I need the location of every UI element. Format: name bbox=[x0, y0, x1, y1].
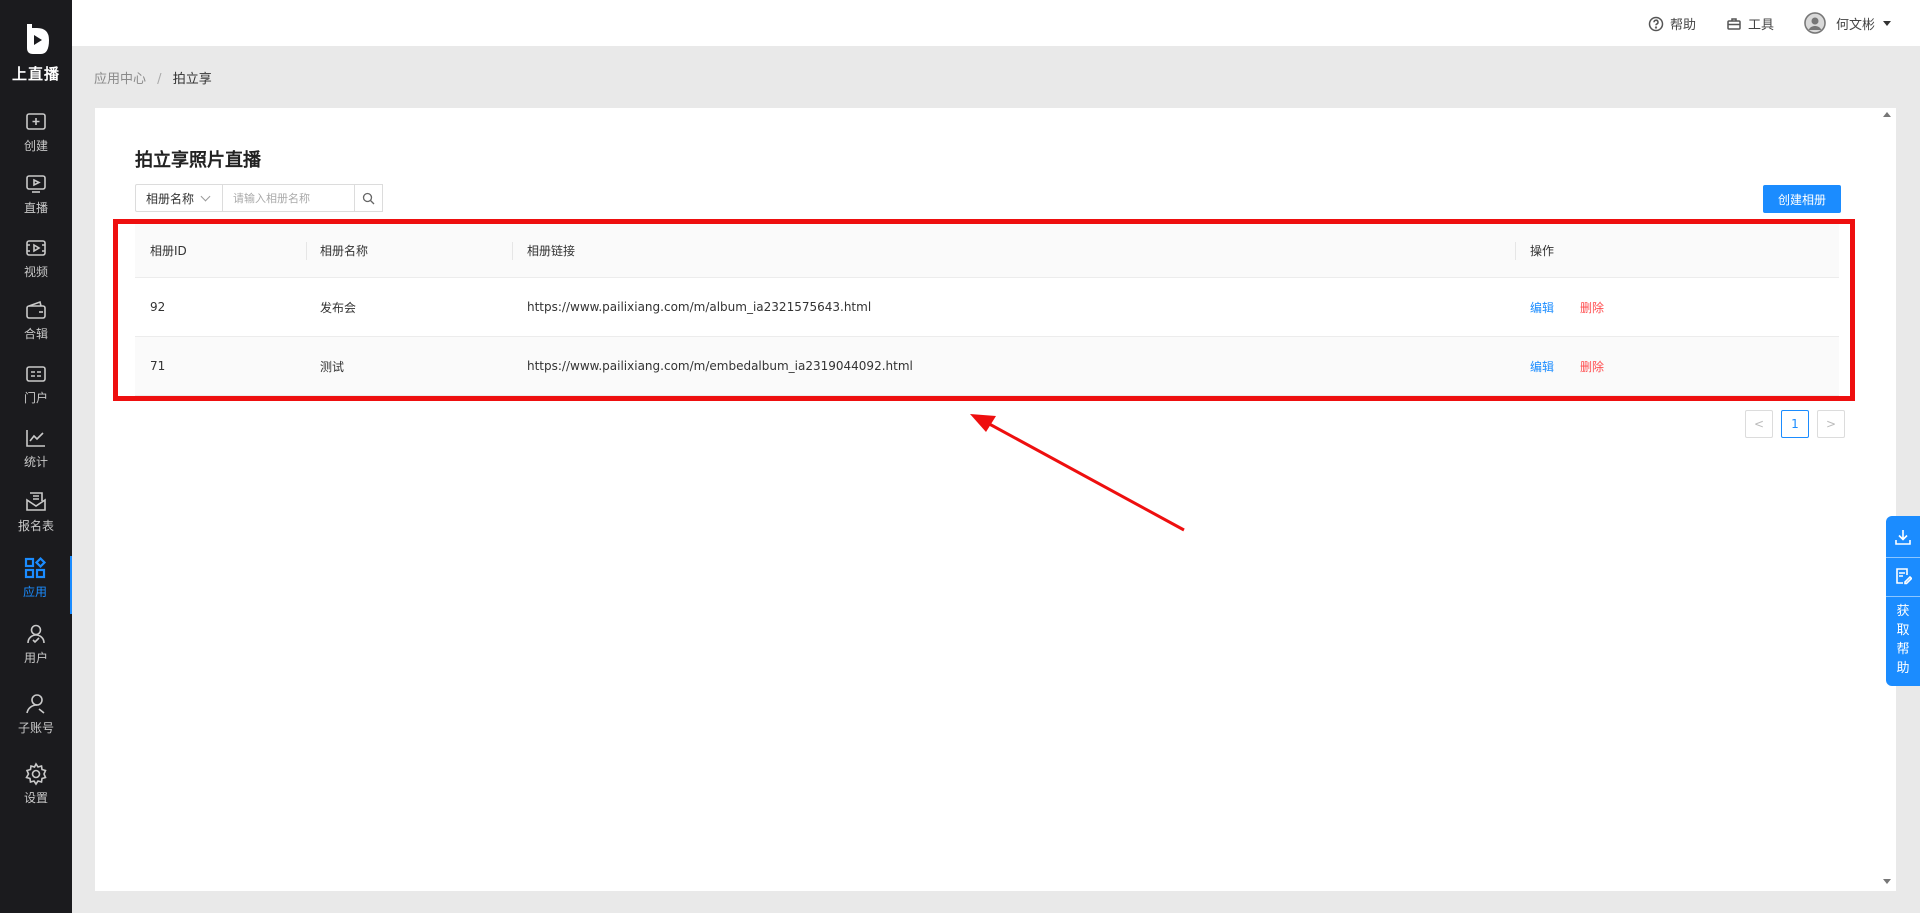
play-screen-icon bbox=[26, 175, 46, 193]
breadcrumb-current: 拍立享 bbox=[172, 72, 212, 87]
tools-label: 工具 bbox=[1748, 18, 1775, 33]
wallet-icon bbox=[26, 300, 46, 319]
create-album-button[interactable]: 创建相册 bbox=[1763, 185, 1841, 213]
brand-name: 上直播 bbox=[11, 65, 60, 83]
gear-icon bbox=[25, 762, 47, 786]
filter-field-select[interactable]: 相册名称 bbox=[135, 184, 223, 212]
scrollbar[interactable] bbox=[1880, 108, 1896, 891]
next-page-button[interactable]: > bbox=[1817, 410, 1845, 438]
sidebar-item-label: 设置 bbox=[23, 791, 48, 805]
film-icon bbox=[26, 240, 46, 256]
toolbox-icon bbox=[1727, 17, 1741, 30]
user-name: 何文彬 bbox=[1836, 17, 1876, 33]
annotation-arrow-icon bbox=[970, 414, 1185, 532]
tools-link[interactable]: 工具 bbox=[1726, 14, 1774, 33]
brand-logo[interactable]: 上直播 bbox=[0, 22, 72, 84]
get-help-label[interactable]: 获 取 帮 助 bbox=[1886, 602, 1920, 678]
sidebar-item-label: 报名表 bbox=[17, 519, 54, 533]
line-chart-icon bbox=[26, 430, 45, 447]
panel-divider bbox=[1886, 557, 1920, 558]
sidebar-item-label: 用户 bbox=[23, 651, 48, 665]
breadcrumb-parent[interactable]: 应用中心 bbox=[94, 72, 146, 87]
pagination: < 1 > bbox=[1737, 410, 1845, 438]
question-circle-icon bbox=[1648, 16, 1664, 31]
sidebar-item-label: 统计 bbox=[23, 455, 48, 469]
edit-document-icon[interactable] bbox=[1894, 567, 1913, 585]
sidebar-item-live[interactable]: 直播 bbox=[0, 172, 72, 230]
sidebar-item-label: 合辑 bbox=[23, 327, 48, 341]
sidebar-item-settings[interactable]: 设置 bbox=[0, 762, 72, 820]
sidebar-item-label: 子账号 bbox=[17, 721, 54, 735]
sidebar-item-create[interactable]: 创建 bbox=[0, 110, 72, 168]
sidebar-item-apps[interactable]: 应用 bbox=[0, 556, 72, 614]
search-placeholder: 请输入相册名称 bbox=[233, 192, 310, 205]
panel-divider bbox=[1886, 596, 1920, 597]
highlight-box bbox=[113, 219, 1855, 401]
scroll-up-arrow-icon[interactable] bbox=[1883, 112, 1891, 117]
sidebar-item-stats[interactable]: 统计 bbox=[0, 426, 72, 484]
sidebar-item-video[interactable]: 视频 bbox=[0, 236, 72, 294]
filter-field-value: 相册名称 bbox=[146, 191, 195, 206]
sidebar: 上直播 创建 直播 视频 合辑 门户 统计 报名表 应用 用户 子账号 设置 bbox=[0, 0, 72, 913]
top-bar bbox=[72, 0, 1920, 46]
download-icon[interactable] bbox=[1894, 528, 1912, 546]
sidebar-item-users[interactable]: 用户 bbox=[0, 622, 72, 680]
avatar bbox=[1804, 12, 1826, 34]
chevron-down-icon bbox=[200, 191, 211, 201]
user-check-icon bbox=[27, 624, 45, 644]
breadcrumb: 应用中心 / 拍立享 bbox=[94, 68, 212, 87]
get-help-char: 助 bbox=[1896, 661, 1910, 676]
avatar-user-icon bbox=[1804, 12, 1826, 34]
get-help-char: 取 bbox=[1896, 623, 1910, 638]
logo-mark-icon bbox=[27, 24, 49, 54]
help-float-panel[interactable]: 获 取 帮 助 bbox=[1886, 516, 1920, 686]
sidebar-item-signup-form[interactable]: 报名表 bbox=[0, 490, 72, 548]
apps-grid-icon bbox=[24, 556, 47, 579]
sidebar-item-collection[interactable]: 合辑 bbox=[0, 298, 72, 356]
scroll-down-arrow-icon[interactable] bbox=[1883, 879, 1891, 884]
sidebar-item-label: 门户 bbox=[23, 391, 48, 405]
get-help-char: 获 bbox=[1896, 604, 1910, 619]
search-icon bbox=[362, 192, 375, 204]
page-title: 拍立享照片直播 bbox=[135, 150, 261, 171]
search-input[interactable]: 请输入相册名称 bbox=[223, 184, 355, 212]
portal-icon bbox=[26, 366, 46, 382]
sidebar-item-portal[interactable]: 门户 bbox=[0, 362, 72, 420]
get-help-char: 帮 bbox=[1896, 642, 1910, 657]
help-link[interactable]: 帮助 bbox=[1648, 14, 1696, 33]
envelope-form-icon bbox=[26, 492, 46, 511]
search-bar: 相册名称 请输入相册名称 bbox=[135, 184, 383, 212]
sidebar-item-label: 应用 bbox=[22, 585, 47, 599]
chevron-down-icon bbox=[1883, 20, 1892, 26]
page-1-button[interactable]: 1 bbox=[1781, 410, 1809, 438]
sidebar-item-label: 直播 bbox=[23, 201, 48, 215]
user-icon bbox=[26, 694, 45, 714]
search-button[interactable] bbox=[355, 184, 383, 212]
help-label: 帮助 bbox=[1670, 18, 1697, 33]
prev-page-button[interactable]: < bbox=[1745, 410, 1773, 438]
sidebar-item-label: 视频 bbox=[23, 265, 48, 279]
sidebar-item-label: 创建 bbox=[23, 139, 48, 153]
breadcrumb-separator: / bbox=[157, 72, 162, 87]
sidebar-item-subaccount[interactable]: 子账号 bbox=[0, 692, 72, 750]
plus-square-icon bbox=[26, 113, 46, 130]
user-menu[interactable]: 何文彬 bbox=[1804, 12, 1892, 34]
